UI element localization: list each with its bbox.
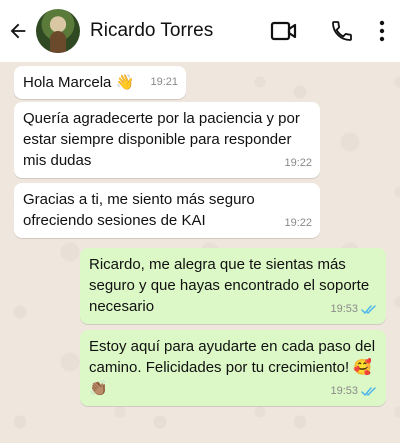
message-bubble[interactable]: Hola Marcela 👋 19:21	[14, 66, 186, 99]
chat-area[interactable]: Hola Marcela 👋 19:21 Quería agradecerte …	[0, 62, 400, 443]
voice-call-icon	[332, 21, 352, 41]
message-text: Quería agradecerte por la paciencia y po…	[23, 110, 300, 169]
double-check-icon	[361, 305, 376, 315]
back-button[interactable]	[0, 0, 36, 62]
message-bubble[interactable]: Estoy aquí para ayudarte en cada paso de…	[80, 330, 386, 406]
double-check-icon	[361, 387, 376, 397]
message-text: Gracias a ti, me siento más seguro ofrec…	[23, 191, 255, 229]
contact-name[interactable]: Ricardo Torres	[90, 20, 262, 42]
message-time: 19:53	[330, 381, 378, 402]
more-options-icon	[379, 20, 385, 42]
message-text: Ricardo, me alegra que te sientas más se…	[89, 256, 370, 315]
message-time: 19:22	[284, 217, 312, 229]
message-bubble[interactable]: Gracias a ti, me siento más seguro ofrec…	[14, 183, 320, 238]
more-options-button[interactable]	[364, 0, 400, 62]
video-call-icon	[270, 21, 297, 41]
chat-header: Ricardo Torres	[0, 0, 400, 62]
message-time: 19:53	[330, 299, 378, 320]
back-arrow-icon	[10, 23, 26, 39]
message-time: 19:21	[150, 76, 178, 88]
message-bubble[interactable]: Quería agradecerte por la paciencia y po…	[14, 102, 320, 178]
message-text: Hola Marcela 👋	[23, 74, 135, 91]
contact-avatar[interactable]	[36, 9, 80, 53]
message-bubble[interactable]: Ricardo, me alegra que te sientas más se…	[80, 248, 386, 324]
message-time: 19:22	[284, 157, 312, 169]
video-call-button[interactable]	[262, 0, 306, 62]
voice-call-button[interactable]	[320, 0, 364, 62]
